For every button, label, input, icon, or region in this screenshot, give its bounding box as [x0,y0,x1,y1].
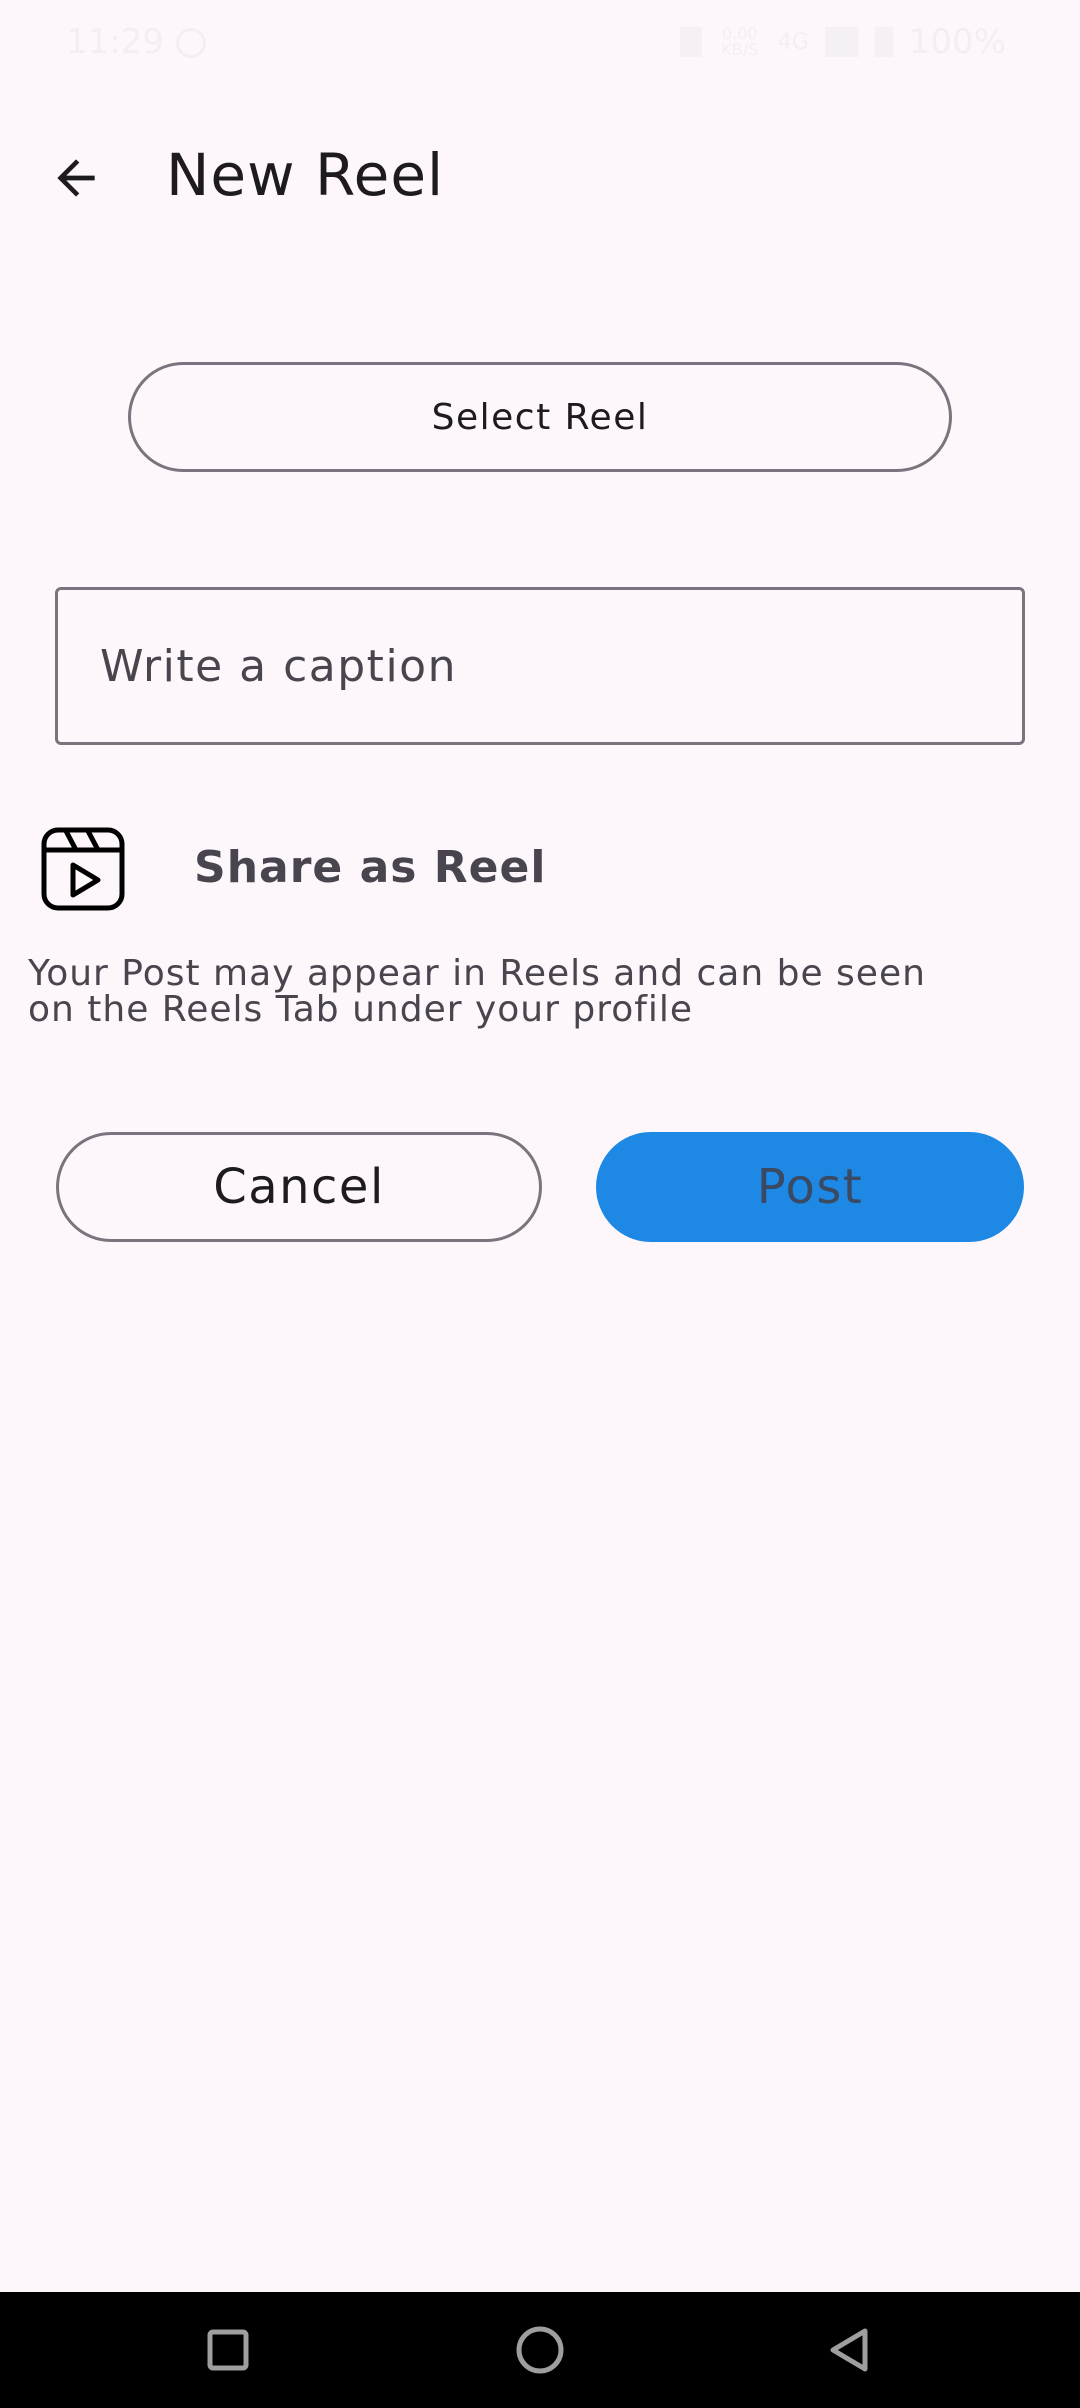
post-button[interactable]: Post [596,1132,1024,1242]
battery-icon [874,27,893,57]
battery-percent: 100% [908,22,1006,62]
share-description: Your Post may appear in Reels and can be… [28,956,1028,1028]
cancel-button[interactable]: Cancel [56,1132,542,1242]
caption-input[interactable] [58,590,1022,742]
status-indicators: 0.00 KB/S 4G 100% [679,22,1006,62]
square-recents-icon [207,2329,249,2371]
reel-icon [41,827,125,911]
notification-icon [176,28,206,58]
triangle-back-icon [830,2328,868,2372]
signal-icon [824,27,859,57]
circle-home-icon [516,2326,564,2374]
status-time: 11:29 [66,22,164,62]
share-as-reel-row[interactable]: Share as Reel [36,820,1036,920]
share-as-reel-label: Share as Reel [194,842,547,893]
recents-button[interactable] [188,2310,268,2390]
vibrate-icon [679,27,702,57]
share-description-line-1: Your Post may appear in Reels and can be… [28,953,926,994]
network-speed: 0.00 KB/S [721,24,759,59]
new-reel-screen: 11:29 0.00 KB/S 4G 100% New Reel Select … [0,0,1080,2408]
nav-back-button[interactable] [810,2310,890,2390]
home-button[interactable] [500,2310,580,2390]
network-type: 4G [777,29,809,55]
system-nav-bar [0,2292,1080,2408]
arrow-back-icon [57,159,95,197]
select-reel-button[interactable]: Select Reel [128,362,952,472]
share-description-line-2: on the Reels Tab under your profile [28,989,694,1030]
page-title: New Reel [166,141,445,209]
status-bar: 11:29 0.00 KB/S 4G 100% [0,0,1080,88]
back-button[interactable] [34,136,118,220]
top-app-bar: New Reel [0,120,1080,230]
caption-field[interactable] [55,587,1025,745]
